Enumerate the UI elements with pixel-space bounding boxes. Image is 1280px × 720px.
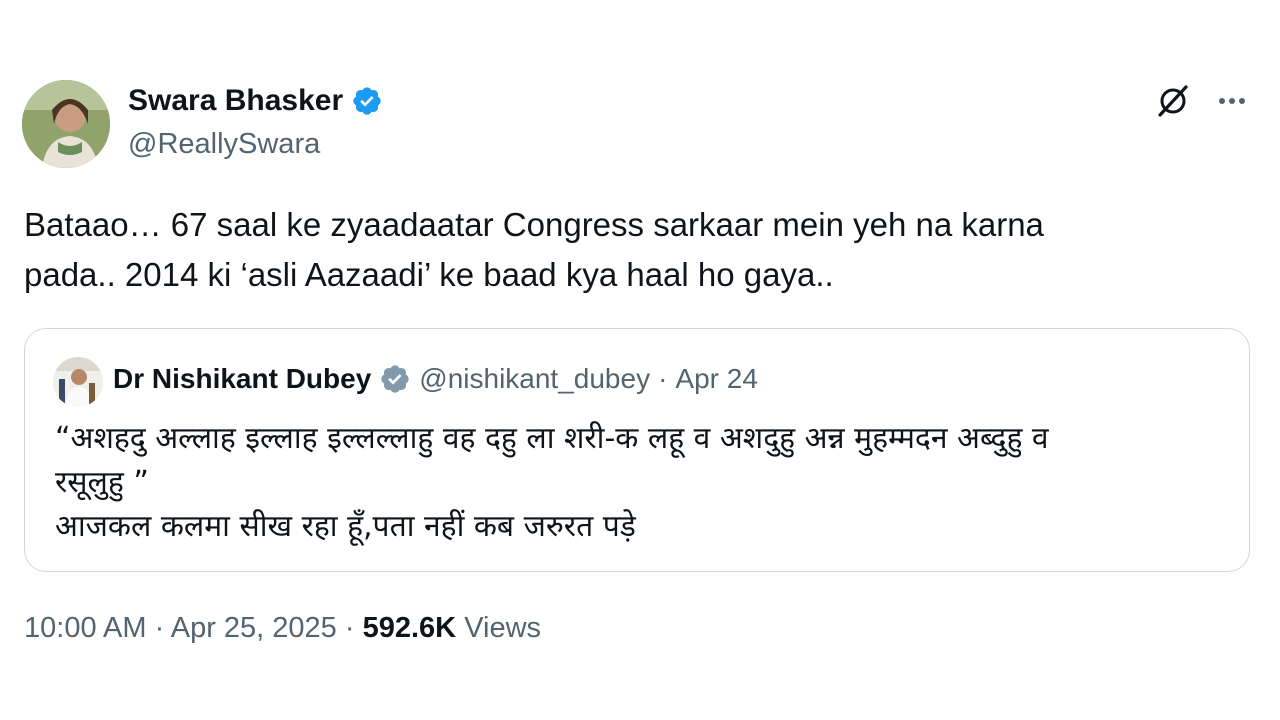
quoted-author-handle[interactable]: @nishikant_dubey: [419, 363, 650, 395]
quoted-text-line-1: “अशहदु अल्लाह इल्लाह इल्लल्लाहु वह दहु ल…: [55, 421, 1049, 456]
more-options-icon[interactable]: [1214, 83, 1250, 119]
quoted-header: Dr Nishikant Dubey @nishikant_dubey · Ap…: [113, 363, 758, 395]
quoted-text: “अशहदु अल्लाह इल्लाह इल्लल्लाहु वह दहु ल…: [55, 417, 1215, 549]
author-name[interactable]: Swara Bhasker: [128, 84, 343, 118]
quoted-text-line-2: रसूलुहु ”: [55, 465, 149, 500]
verified-badge-icon[interactable]: [351, 85, 383, 117]
quoted-date[interactable]: Apr 24: [675, 363, 758, 395]
views-count[interactable]: 592.6K: [363, 612, 457, 644]
tweet-card: Swara Bhasker @ReallySwara Bataao… 67 sa…: [0, 0, 1280, 720]
author-name-row[interactable]: Swara Bhasker: [128, 84, 383, 118]
meta-separator-2: ·: [344, 612, 355, 644]
quoted-separator: ·: [658, 363, 668, 394]
tweet-time[interactable]: 10:00 AM: [24, 612, 147, 644]
quoted-author-avatar-image: [53, 357, 103, 407]
meta-separator-1: ·: [154, 612, 165, 644]
tweet-date[interactable]: Apr 25, 2025: [171, 612, 337, 644]
author-handle[interactable]: @ReallySwara: [128, 128, 320, 161]
quoted-tweet[interactable]: Dr Nishikant Dubey @nishikant_dubey · Ap…: [24, 328, 1250, 572]
grok-icon[interactable]: [1154, 82, 1192, 120]
tweet-text-line-2: pada.. 2014 ki ‘asli Aazaadi’ ke baad ky…: [24, 256, 834, 293]
views-label: Views: [464, 612, 542, 644]
tweet-meta: 10:00 AM · Apr 25, 2025 · 592.6K Views: [24, 612, 541, 645]
quoted-author-avatar[interactable]: [53, 357, 103, 407]
quoted-verified-badge-icon: [379, 363, 411, 395]
quoted-author-name[interactable]: Dr Nishikant Dubey: [113, 363, 371, 395]
tweet-text-line-1: Bataao… 67 saal ke zyaadaatar Congress s…: [24, 206, 1044, 243]
tweet-actions-top: [1154, 82, 1250, 120]
tweet-text: Bataao… 67 saal ke zyaadaatar Congress s…: [24, 200, 1224, 300]
author-avatar[interactable]: [22, 80, 110, 168]
quoted-text-line-3: आजकल कलमा सीख रहा हूँ,पता नहीं कब जरुरत …: [55, 509, 636, 544]
author-avatar-image: [22, 80, 110, 168]
